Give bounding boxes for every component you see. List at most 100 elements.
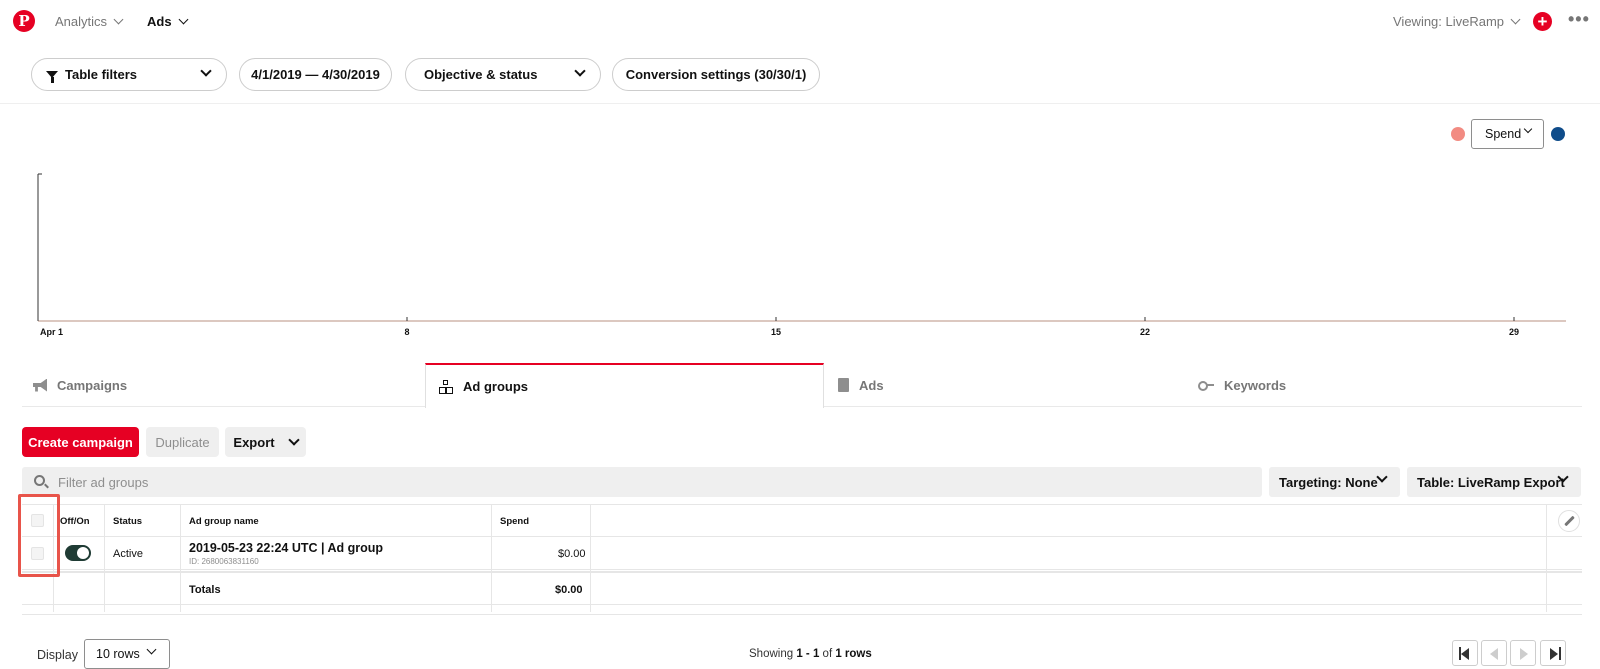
targeting-label: Targeting: None	[1279, 474, 1378, 490]
x-tick-label: 22	[1140, 327, 1150, 337]
showing-range: 1 - 1	[796, 648, 820, 660]
megaphone-icon	[33, 378, 47, 392]
showing-total: 1 rows	[835, 648, 872, 660]
table-header-row: Off/On Status Ad group name Spend	[22, 504, 1582, 537]
x-tick-label: Apr 1	[40, 327, 63, 337]
totals-spend: $0.00	[555, 584, 583, 596]
display-label: Display	[37, 648, 78, 662]
targeting-dropdown[interactable]: Targeting: None	[1269, 467, 1400, 497]
column-divider	[104, 504, 105, 612]
more-options-icon[interactable]: •••	[1568, 9, 1590, 30]
create-campaign-button[interactable]: Create campaign	[22, 427, 139, 457]
header-status[interactable]: Status	[113, 516, 142, 527]
conversion-settings-label: Conversion settings (30/30/1)	[625, 67, 807, 82]
column-divider	[491, 504, 492, 612]
first-page-button[interactable]	[1452, 640, 1478, 666]
tab-campaigns-label: Campaigns	[57, 377, 128, 393]
chevron-down-icon	[1523, 124, 1533, 134]
x-tick-label: 8	[404, 327, 409, 337]
filter-bar: Table filters 4/1/2019 — 4/30/2019 Objec…	[0, 44, 1600, 104]
pinterest-logo-icon[interactable]: P	[13, 10, 35, 32]
ads-menu[interactable]: Ads	[147, 14, 189, 29]
rows-per-page-value: 10 rows	[96, 647, 140, 661]
objective-status-label: Objective & status	[424, 67, 538, 82]
column-divider	[180, 504, 181, 612]
column-divider	[590, 504, 591, 612]
pagination-summary: Showing 1 - 1 of 1 rows	[749, 648, 872, 660]
ad-groups-icon	[439, 380, 453, 394]
last-page-icon	[1559, 647, 1561, 660]
analytics-menu[interactable]: Analytics	[55, 14, 124, 29]
x-tick-label: 29	[1509, 327, 1519, 337]
create-plus-icon[interactable]: +	[1533, 12, 1552, 31]
metric-select-label: Spend	[1485, 127, 1522, 141]
left-metric-dot[interactable]	[1451, 127, 1465, 141]
x-axis-ticks: Apr 1 8 15 22 29	[37, 317, 1519, 337]
column-divider	[1546, 504, 1547, 612]
header-off-on: Off/On	[60, 516, 90, 527]
checkbox-column-highlight	[18, 494, 60, 577]
edit-columns-icon[interactable]	[1558, 510, 1580, 532]
chevron-down-icon	[574, 65, 586, 77]
x-tick-label: 15	[771, 327, 781, 337]
search-icon	[34, 475, 45, 486]
ad-group-id: ID: 2680063831160	[189, 557, 259, 566]
filter-ad-groups-input[interactable]: Filter ad groups	[22, 467, 1262, 497]
export-label: Export	[233, 434, 275, 450]
totals-label: Totals	[189, 584, 221, 596]
header-spend[interactable]: Spend	[500, 516, 529, 527]
chevron-down-icon	[113, 14, 124, 25]
showing-prefix: Showing	[749, 648, 794, 660]
row-spend: $0.00	[558, 548, 586, 560]
entity-tabs: Campaigns Ad groups Ads Keywords	[22, 363, 1582, 408]
date-range-label: 4/1/2019 — 4/30/2019	[251, 67, 380, 82]
account-switcher[interactable]: Viewing: LiveRamp	[1393, 14, 1521, 29]
search-placeholder: Filter ad groups	[58, 474, 149, 490]
ad-group-name-link[interactable]: 2019-05-23 22:24 UTC | Ad group	[189, 541, 383, 555]
objective-status-button[interactable]: Objective & status	[405, 58, 601, 91]
analytics-label: Analytics	[55, 14, 108, 29]
totals-row: Totals $0.00	[22, 571, 1582, 605]
row-status: Active	[113, 548, 143, 560]
metric-select[interactable]: Spend	[1471, 119, 1544, 149]
tab-campaigns[interactable]: Campaigns	[33, 363, 127, 407]
chevron-down-icon	[200, 65, 212, 77]
right-metric-dot[interactable]	[1551, 127, 1565, 141]
tab-ad-groups-label: Ad groups	[463, 379, 528, 394]
header-ad-group-name[interactable]: Ad group name	[189, 516, 259, 527]
viewing-label: Viewing: LiveRamp	[1393, 14, 1505, 29]
table-filters-button[interactable]: Table filters	[31, 58, 227, 91]
date-range-button[interactable]: 4/1/2019 — 4/30/2019	[239, 58, 392, 91]
table-row: Active 2019-05-23 22:24 UTC | Ad group I…	[22, 537, 1582, 570]
tab-keywords-label: Keywords	[1224, 377, 1287, 393]
key-icon	[1198, 380, 1214, 391]
ads-label: Ads	[147, 14, 172, 29]
chevron-down-icon	[178, 14, 189, 25]
export-button[interactable]: Export	[225, 427, 306, 457]
table-bottom-border	[22, 605, 1582, 615]
previous-page-button[interactable]	[1481, 640, 1507, 666]
first-page-arrow	[1461, 648, 1469, 660]
tab-ads-label: Ads	[859, 377, 884, 393]
previous-page-icon	[1490, 648, 1498, 660]
ad-group-toggle[interactable]	[65, 545, 91, 561]
chevron-down-icon	[1510, 14, 1521, 25]
conversion-settings-button[interactable]: Conversion settings (30/30/1)	[612, 58, 820, 91]
chevron-down-icon	[287, 434, 300, 446]
tab-ad-groups[interactable]: Ad groups	[425, 363, 824, 408]
next-page-button[interactable]	[1510, 640, 1536, 666]
tab-keywords[interactable]: Keywords	[1198, 363, 1286, 407]
rows-per-page-select[interactable]: 10 rows	[84, 639, 170, 669]
performance-chart: Apr 1 8 15 22 29	[37, 173, 1566, 337]
tab-ads[interactable]: Ads	[838, 363, 884, 407]
top-nav: P Analytics Ads Viewing: LiveRamp + •••	[0, 0, 1600, 44]
last-page-button[interactable]	[1540, 640, 1566, 666]
chevron-down-icon	[1376, 471, 1388, 483]
filter-icon	[46, 71, 58, 83]
book-icon	[838, 378, 849, 392]
next-page-icon	[1520, 648, 1528, 660]
showing-of: of	[822, 648, 833, 660]
table-filters-label: Table filters	[65, 67, 138, 82]
table-preset-dropdown[interactable]: Table: LiveRamp Export	[1407, 467, 1581, 497]
duplicate-button[interactable]: Duplicate	[146, 427, 219, 457]
